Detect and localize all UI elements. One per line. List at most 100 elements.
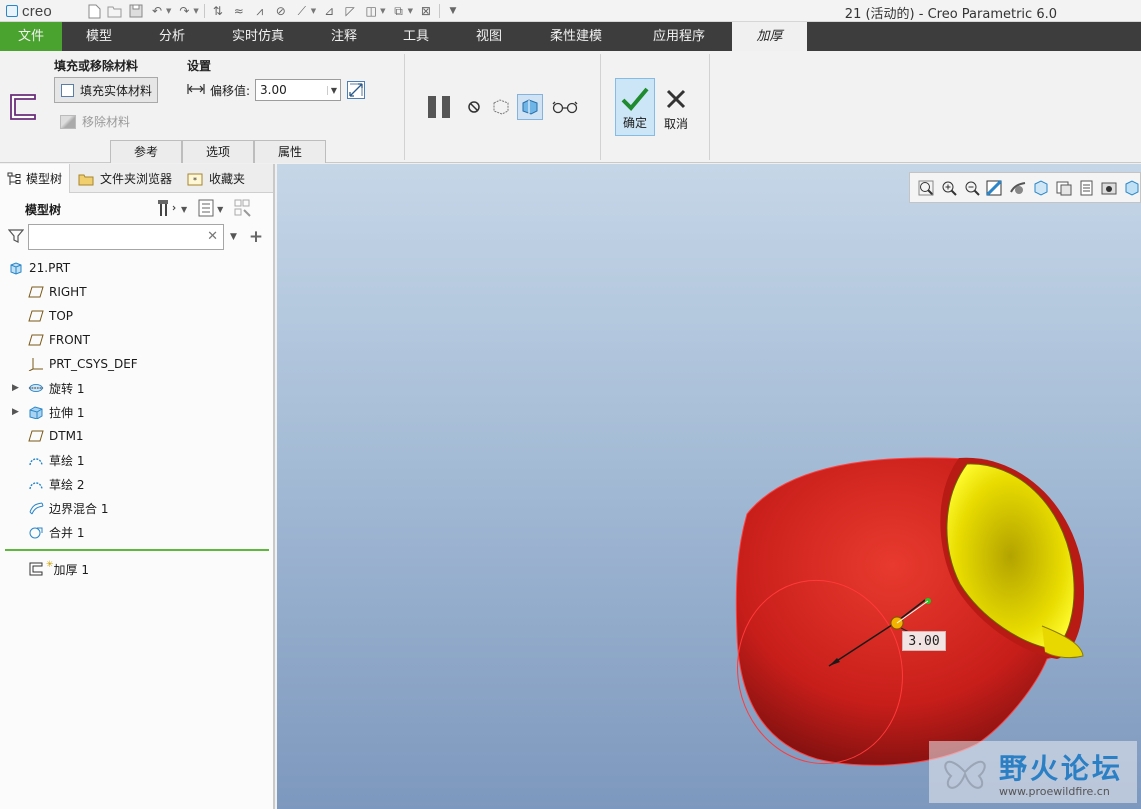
- windows-dropdown-icon[interactable]: ▼: [408, 7, 413, 15]
- offset-value-combo[interactable]: 3.00 ▼: [255, 79, 342, 101]
- chevron-down-icon[interactable]: ▼: [326, 85, 337, 95]
- regenerate-icon[interactable]: ⇅: [210, 3, 226, 19]
- tab-favorites[interactable]: * 收藏夹: [179, 164, 252, 193]
- merge-icon: [28, 525, 44, 539]
- tree-node-sketch-1[interactable]: 草绘 1: [0, 448, 273, 472]
- offset-dimension-tag[interactable]: 3.00: [902, 631, 946, 651]
- undo-icon[interactable]: ↶: [149, 3, 165, 19]
- new-file-icon[interactable]: [86, 3, 102, 19]
- fill-solid-icon: [61, 83, 74, 97]
- flip-direction-button[interactable]: [347, 81, 365, 99]
- tree-node-extrude[interactable]: ▶ 拉伸 1: [0, 400, 273, 424]
- graphics-window[interactable]: 3.00 野火论坛 www.proewildfire.cn: [277, 164, 1141, 809]
- no-preview-icon[interactable]: [461, 94, 487, 120]
- model-geometry[interactable]: [277, 164, 1141, 809]
- measure-icon[interactable]: ⟋: [294, 3, 310, 19]
- tree-search-input[interactable]: [29, 225, 199, 249]
- thickened-shell[interactable]: [721, 457, 1085, 779]
- clear-search-icon[interactable]: ✕: [207, 229, 218, 244]
- redo-dropdown-icon[interactable]: ▼: [193, 7, 198, 15]
- close-window-icon[interactable]: ⊠: [418, 3, 434, 19]
- show-columns-icon[interactable]: [197, 199, 215, 220]
- measure-dropdown-icon[interactable]: ▼: [311, 7, 316, 15]
- tree-header: 模型树: [25, 203, 62, 217]
- search-dropdown-icon[interactable]: ▼: [230, 232, 237, 242]
- tab-tools[interactable]: 工具: [380, 22, 452, 51]
- customize-qat-icon[interactable]: ▼: [445, 3, 461, 19]
- remove-material-button[interactable]: 移除材料: [60, 113, 130, 130]
- tree-node-label: 边界混合 1: [49, 501, 109, 516]
- filter-icon[interactable]: [7, 228, 25, 247]
- tree-node-part[interactable]: 21.PRT: [0, 256, 273, 280]
- tab-model[interactable]: 模型: [62, 22, 136, 51]
- open-file-icon[interactable]: [107, 3, 123, 19]
- svg-text:*: *: [193, 176, 197, 185]
- pause-icon[interactable]: [428, 96, 450, 118]
- curve-analysis-icon[interactable]: ≈: [231, 3, 247, 19]
- tab-favorites-label: 收藏夹: [209, 172, 246, 186]
- favorites-icon: *: [187, 173, 203, 185]
- tree-node-dtm1[interactable]: DTM1: [0, 424, 273, 448]
- tab-analysis[interactable]: 分析: [136, 22, 208, 51]
- tab-file[interactable]: 文件: [0, 22, 62, 51]
- graph-icon[interactable]: ⩘: [252, 3, 268, 19]
- sketch-icon: [28, 453, 44, 467]
- tab-applications[interactable]: 应用程序: [626, 22, 732, 51]
- tree-node-label: 拉伸 1: [49, 405, 85, 420]
- subtab-references[interactable]: 参考: [110, 140, 182, 163]
- tab-view[interactable]: 视图: [452, 22, 526, 51]
- tab-flexible-modeling[interactable]: 柔性建模: [526, 22, 626, 51]
- tree-node-revolve[interactable]: ▶ 旋转 1: [0, 376, 273, 400]
- fill-solid-button[interactable]: 填充实体材料: [54, 77, 158, 103]
- datum-plane-icon: [28, 285, 44, 299]
- round-icon[interactable]: ⊘: [273, 3, 289, 19]
- tree-node-sketch-2[interactable]: 草绘 2: [0, 472, 273, 496]
- group-settings-label: 设置: [187, 59, 212, 73]
- undo-dropdown-icon[interactable]: ▼: [166, 7, 171, 15]
- tree-node-label: 草绘 1: [49, 453, 85, 468]
- subtab-properties[interactable]: 属性: [254, 140, 326, 163]
- redo-icon[interactable]: ↷: [176, 3, 192, 19]
- tab-model-tree[interactable]: 模型树: [0, 164, 71, 193]
- tree-node-right[interactable]: RIGHT: [0, 280, 273, 304]
- offset-label: 偏移值:: [210, 83, 251, 98]
- tab-thicken[interactable]: 加厚: [732, 22, 807, 51]
- ok-button[interactable]: 确定: [615, 78, 655, 136]
- subtab-options[interactable]: 选项: [182, 140, 254, 163]
- tree-node-thicken[interactable]: ✳ 加厚 1: [0, 557, 273, 581]
- tree-node-front[interactable]: FRONT: [0, 328, 273, 352]
- separate-preview-icon[interactable]: [488, 94, 514, 120]
- tree-node-boundary-blend[interactable]: 边界混合 1: [0, 496, 273, 520]
- add-filter-icon[interactable]: +: [249, 227, 263, 247]
- datum-icon[interactable]: ⊿: [321, 3, 337, 19]
- windows-icon[interactable]: ⧉: [391, 3, 407, 19]
- tree-node-csys[interactable]: PRT_CSYS_DEF: [0, 352, 273, 376]
- expand-arrow-icon[interactable]: ▶: [12, 383, 19, 393]
- geometry-preview-icon[interactable]: [517, 94, 543, 120]
- tab-annotate[interactable]: 注释: [308, 22, 380, 51]
- expand-arrow-icon[interactable]: ▶: [12, 407, 19, 417]
- tree-node-label: 21.PRT: [29, 261, 71, 275]
- creo-logo-icon: [6, 5, 18, 17]
- tree-node-label: PRT_CSYS_DEF: [49, 357, 138, 371]
- tree-filter-settings-icon[interactable]: [233, 199, 253, 220]
- show-columns-dropdown-icon[interactable]: ▼: [217, 205, 223, 214]
- verify-glasses-icon[interactable]: [552, 94, 578, 120]
- sketch-tool-icon[interactable]: ◸: [342, 3, 358, 19]
- tree-node-top[interactable]: TOP: [0, 304, 273, 328]
- tree-node-merge[interactable]: 合并 1: [0, 520, 273, 544]
- tab-live-simulation[interactable]: 实时仿真: [208, 22, 308, 51]
- solid-dropdown-icon[interactable]: ▼: [380, 7, 385, 15]
- tree-settings-icon[interactable]: [157, 198, 179, 221]
- tree-node-label: TOP: [49, 309, 74, 323]
- tree-settings-dropdown-icon[interactable]: ▼: [181, 205, 187, 214]
- tab-folder-browser[interactable]: 文件夹浏览器: [70, 164, 179, 193]
- save-icon[interactable]: [128, 3, 144, 19]
- model-tree-icon: [7, 172, 21, 185]
- cancel-button[interactable]: 取消: [658, 78, 694, 136]
- tree-node-label: 草绘 2: [49, 477, 85, 492]
- csys-icon: [28, 357, 44, 371]
- solid-icon[interactable]: ◫: [363, 3, 379, 19]
- tree-toolbar: ▼ ▼: [157, 198, 253, 221]
- datum-plane-icon: [28, 333, 44, 347]
